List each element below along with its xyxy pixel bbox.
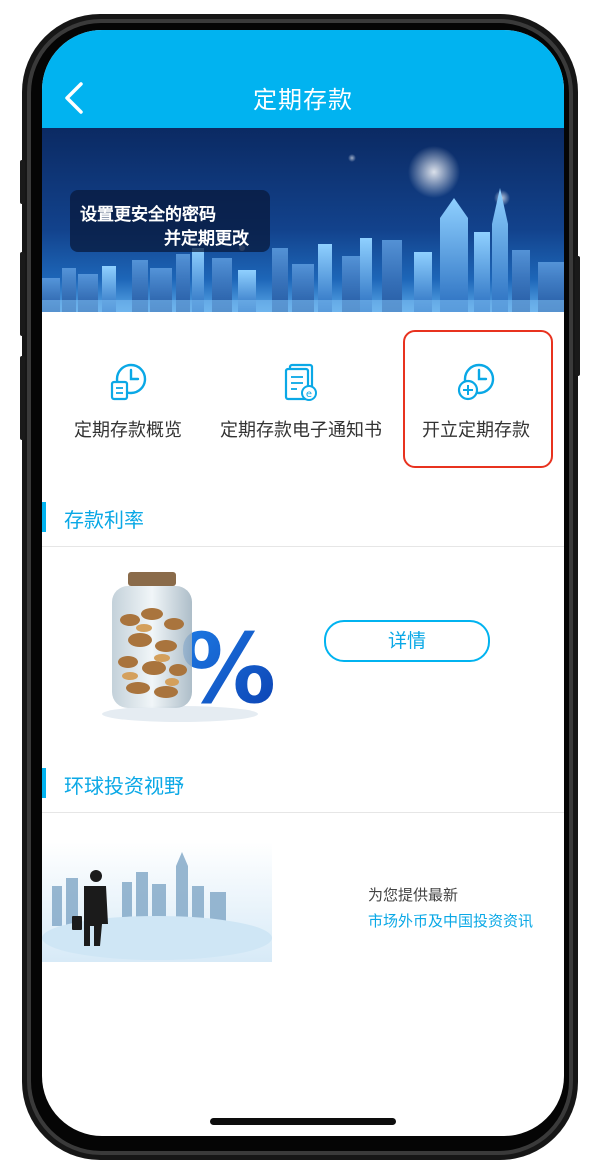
global-promo-line1: 为您提供最新 <box>368 886 459 904</box>
power-button <box>575 256 580 376</box>
quick-action-e-notice[interactable]: e 定期存款电子通知书 <box>208 330 394 470</box>
section-header-rates: 存款利率 <box>42 488 564 547</box>
banner-caption-line2: 并定期更改 <box>164 229 249 249</box>
e-notice-document-icon: e <box>284 363 317 401</box>
quick-action-overview[interactable]: 定期存款概览 <box>60 330 196 470</box>
rates-detail-button[interactable]: 详情 <box>324 620 490 662</box>
section-accent-bar <box>42 502 46 532</box>
highlight-annotation-box <box>403 330 553 468</box>
coin-jar-percent-image: % <box>102 572 276 725</box>
section-title: 环球投资视野 <box>64 774 184 798</box>
home-indicator[interactable] <box>210 1118 396 1125</box>
section-header-global: 环球投资视野 <box>42 754 564 813</box>
section-accent-bar <box>42 768 46 798</box>
businessman-cityscape-image <box>42 842 272 962</box>
quick-action-label: 定期存款概览 <box>74 420 182 441</box>
section-title: 存款利率 <box>64 508 144 532</box>
page-title: 定期存款 <box>253 86 353 114</box>
global-promo-link[interactable]: 市场外币及中国投资资讯 <box>368 910 533 931</box>
banner-caption-line1: 设置更安全的密码 <box>80 205 216 225</box>
volume-up-button <box>20 252 25 336</box>
quick-action-label: 定期存款电子通知书 <box>220 420 382 441</box>
volume-down-button <box>20 356 25 440</box>
mute-switch <box>20 160 25 204</box>
security-banner[interactable]: 设置更安全的密码 并定期更改 <box>42 128 564 312</box>
clock-document-icon <box>110 363 147 401</box>
svg-text:%: % <box>180 613 276 725</box>
app-screen: 定期存款 设置更安全的密码 并定期更改 定期存款概览 e 定期存款电子通知书 开… <box>42 30 564 1136</box>
svg-text:e: e <box>306 389 312 400</box>
top-bar: 定期存款 <box>42 30 564 128</box>
